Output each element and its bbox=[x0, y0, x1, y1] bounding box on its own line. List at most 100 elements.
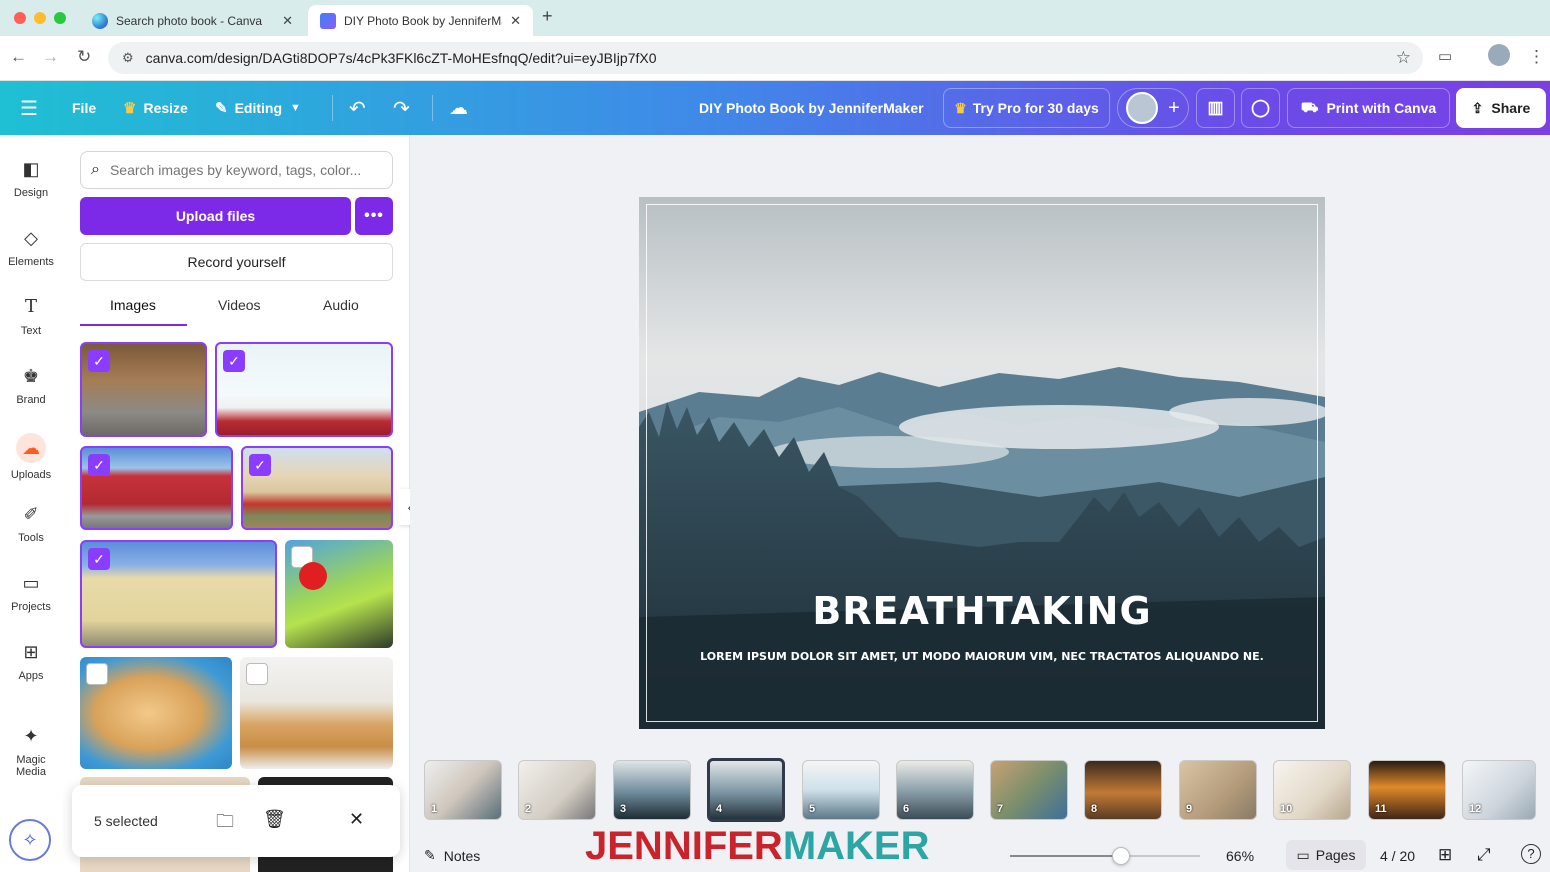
image-thumbnail[interactable]: ✓ bbox=[215, 342, 393, 437]
forward-icon[interactable]: → bbox=[42, 47, 59, 67]
file-menu-button[interactable]: File bbox=[72, 81, 96, 135]
page-thumbnail[interactable]: 6 bbox=[896, 760, 974, 820]
rail-item-uploads[interactable]: ☁ Uploads bbox=[0, 433, 62, 481]
undo-icon[interactable]: ↶ bbox=[349, 81, 366, 135]
editing-mode-button[interactable]: ✎ Editing ▼ bbox=[215, 81, 301, 135]
notes-button[interactable]: ✎ Notes bbox=[424, 847, 480, 864]
search-input[interactable] bbox=[109, 162, 370, 178]
comment-icon[interactable]: ◯ bbox=[1241, 88, 1280, 128]
add-collaborator-icon[interactable]: + bbox=[1168, 97, 1180, 120]
image-thumbnail[interactable]: ✓ bbox=[80, 342, 207, 437]
url-field[interactable]: ⚙ canva.com/design/DAGti8DOP7s/4cPk3FKl6… bbox=[108, 42, 1423, 74]
checkbox-checked-icon[interactable]: ✓ bbox=[88, 548, 110, 570]
rail-item-design[interactable]: ◧ Design bbox=[0, 157, 62, 199]
grid-view-icon[interactable]: ⊞ bbox=[1438, 845, 1452, 865]
checkbox-checked-icon[interactable]: ✓ bbox=[223, 350, 245, 372]
canvas-subtitle[interactable]: LOREM IPSUM DOLOR SIT AMET, UT MODO MAIO… bbox=[639, 650, 1325, 663]
bookmark-star-icon[interactable]: ☆ bbox=[1396, 48, 1411, 68]
page-thumbnail[interactable]: 9 bbox=[1179, 760, 1257, 820]
new-tab-icon[interactable]: + bbox=[542, 6, 553, 27]
browser-tab-search[interactable]: Search photo book - Canva ✕ bbox=[80, 5, 305, 36]
help-icon[interactable]: ? bbox=[1521, 844, 1541, 864]
hamburger-menu-icon[interactable]: ☰ bbox=[20, 81, 38, 135]
try-pro-button[interactable]: ♛ Try Pro for 30 days bbox=[943, 88, 1110, 128]
insights-chart-icon[interactable]: ▥ bbox=[1196, 88, 1235, 128]
page-thumbnail[interactable]: 8 bbox=[1084, 760, 1162, 820]
tab-audio[interactable]: Audio bbox=[323, 297, 359, 313]
document-title[interactable]: DIY Photo Book by JenniferMaker bbox=[699, 81, 924, 135]
rail-item-brand[interactable]: ♚ Brand bbox=[0, 364, 62, 406]
zoom-slider-handle[interactable] bbox=[1112, 847, 1130, 865]
more-upload-options-button[interactable]: ••• bbox=[355, 197, 393, 235]
upload-files-button[interactable]: Upload files bbox=[80, 197, 351, 235]
checkbox-checked-icon[interactable]: ✓ bbox=[249, 454, 271, 476]
page-thumbnail[interactable]: 3 bbox=[613, 760, 691, 820]
rail-item-text[interactable]: T Text bbox=[0, 295, 62, 337]
design-canvas-page[interactable]: BREATHTAKING LOREM IPSUM DOLOR SIT AMET,… bbox=[639, 197, 1325, 729]
reload-icon[interactable]: ↻ bbox=[77, 47, 91, 67]
browser-menu-icon[interactable]: ⋮ bbox=[1528, 47, 1545, 67]
page-thumbnail[interactable]: 12 bbox=[1462, 760, 1536, 820]
page-thumbnail[interactable]: 11 bbox=[1368, 760, 1446, 820]
zoom-slider-track[interactable] bbox=[1010, 847, 1200, 865]
image-thumbnail[interactable] bbox=[80, 657, 232, 769]
print-with-canva-button[interactable]: ⛟ Print with Canva bbox=[1287, 88, 1450, 128]
rail-item-apps[interactable]: ⊞ Apps bbox=[0, 640, 62, 682]
record-yourself-button[interactable]: Record yourself bbox=[80, 243, 393, 281]
page-thumbnail[interactable]: 1 bbox=[424, 760, 502, 820]
address-bar-row: ← → ↻ ⚙ canva.com/design/DAGti8DOP7s/4cP… bbox=[0, 36, 1550, 81]
profile-avatar[interactable] bbox=[1488, 44, 1510, 66]
image-search-box[interactable]: ⌕ bbox=[80, 151, 393, 189]
checkbox-checked-icon[interactable]: ✓ bbox=[88, 350, 110, 372]
rail-item-projects[interactable]: ▭ Projects bbox=[0, 571, 62, 613]
page-counter[interactable]: 4 / 20 bbox=[1380, 848, 1415, 864]
close-window-icon[interactable] bbox=[14, 12, 26, 24]
rail-item-magic-media[interactable]: ✦ Magic Media bbox=[0, 724, 62, 778]
tab-videos[interactable]: Videos bbox=[218, 297, 261, 313]
fullscreen-icon[interactable]: ⤢ bbox=[1477, 845, 1491, 865]
cast-icon[interactable]: ▭ bbox=[1438, 47, 1452, 65]
redo-icon[interactable]: ↷ bbox=[393, 81, 410, 135]
page-thumbnail[interactable]: 2 bbox=[518, 760, 596, 820]
magic-assistant-icon[interactable]: ✧ bbox=[9, 819, 51, 861]
canvas-headline[interactable]: BREATHTAKING bbox=[639, 589, 1325, 633]
page-thumbnail[interactable]: 5 bbox=[802, 760, 880, 820]
back-icon[interactable]: ← bbox=[10, 47, 27, 67]
resize-button[interactable]: ♛ Resize bbox=[123, 81, 188, 135]
pages-toggle-button[interactable]: ▭ Pages bbox=[1286, 840, 1366, 870]
search-icon: ⌕ bbox=[91, 161, 100, 178]
close-icon[interactable]: ✕ bbox=[510, 13, 521, 29]
tools-icon: ✐ bbox=[23, 504, 39, 524]
collaborators-group[interactable]: + bbox=[1117, 88, 1189, 128]
checkbox-unchecked-icon[interactable] bbox=[86, 663, 108, 685]
page-thumbnail-active[interactable]: 4 bbox=[707, 758, 785, 822]
image-thumbnail[interactable]: ✓ bbox=[80, 540, 277, 648]
page-thumbnail[interactable]: 7 bbox=[990, 760, 1068, 820]
zoom-level[interactable]: 66% bbox=[1226, 848, 1254, 864]
tab-images[interactable]: Images bbox=[110, 297, 156, 313]
user-avatar[interactable] bbox=[1126, 92, 1159, 124]
image-thumbnail[interactable]: ✓ bbox=[80, 446, 233, 530]
page-number: 12 bbox=[1469, 803, 1482, 815]
cloud-saved-icon[interactable]: ☁ bbox=[449, 81, 468, 135]
maximize-window-icon[interactable] bbox=[54, 12, 66, 24]
rail-item-elements[interactable]: ◇ Elements bbox=[0, 226, 62, 268]
browser-tab-design[interactable]: DIY Photo Book by JenniferMaker ✕ bbox=[308, 5, 533, 36]
close-icon[interactable]: ✕ bbox=[349, 809, 364, 830]
image-thumbnail[interactable] bbox=[285, 540, 393, 648]
apps-icon: ⊞ bbox=[23, 642, 39, 662]
image-thumbnail[interactable]: ✓ bbox=[241, 446, 393, 530]
chevron-down-icon: ▼ bbox=[290, 102, 301, 114]
rail-item-tools[interactable]: ✐ Tools bbox=[0, 502, 62, 544]
folder-icon[interactable]: 🗀 bbox=[216, 809, 234, 839]
minimize-window-icon[interactable] bbox=[34, 12, 46, 24]
page-thumbnail[interactable]: 10 bbox=[1273, 760, 1351, 820]
site-settings-icon[interactable]: ⚙ bbox=[122, 50, 134, 66]
checkbox-unchecked-icon[interactable] bbox=[246, 663, 268, 685]
toolbar-divider bbox=[432, 95, 433, 121]
checkbox-checked-icon[interactable]: ✓ bbox=[88, 454, 110, 476]
image-thumbnail[interactable] bbox=[240, 657, 393, 769]
share-button[interactable]: ⇪ Share bbox=[1456, 88, 1546, 128]
trash-icon[interactable]: 🗑 bbox=[263, 809, 286, 830]
close-icon[interactable]: ✕ bbox=[282, 13, 293, 29]
